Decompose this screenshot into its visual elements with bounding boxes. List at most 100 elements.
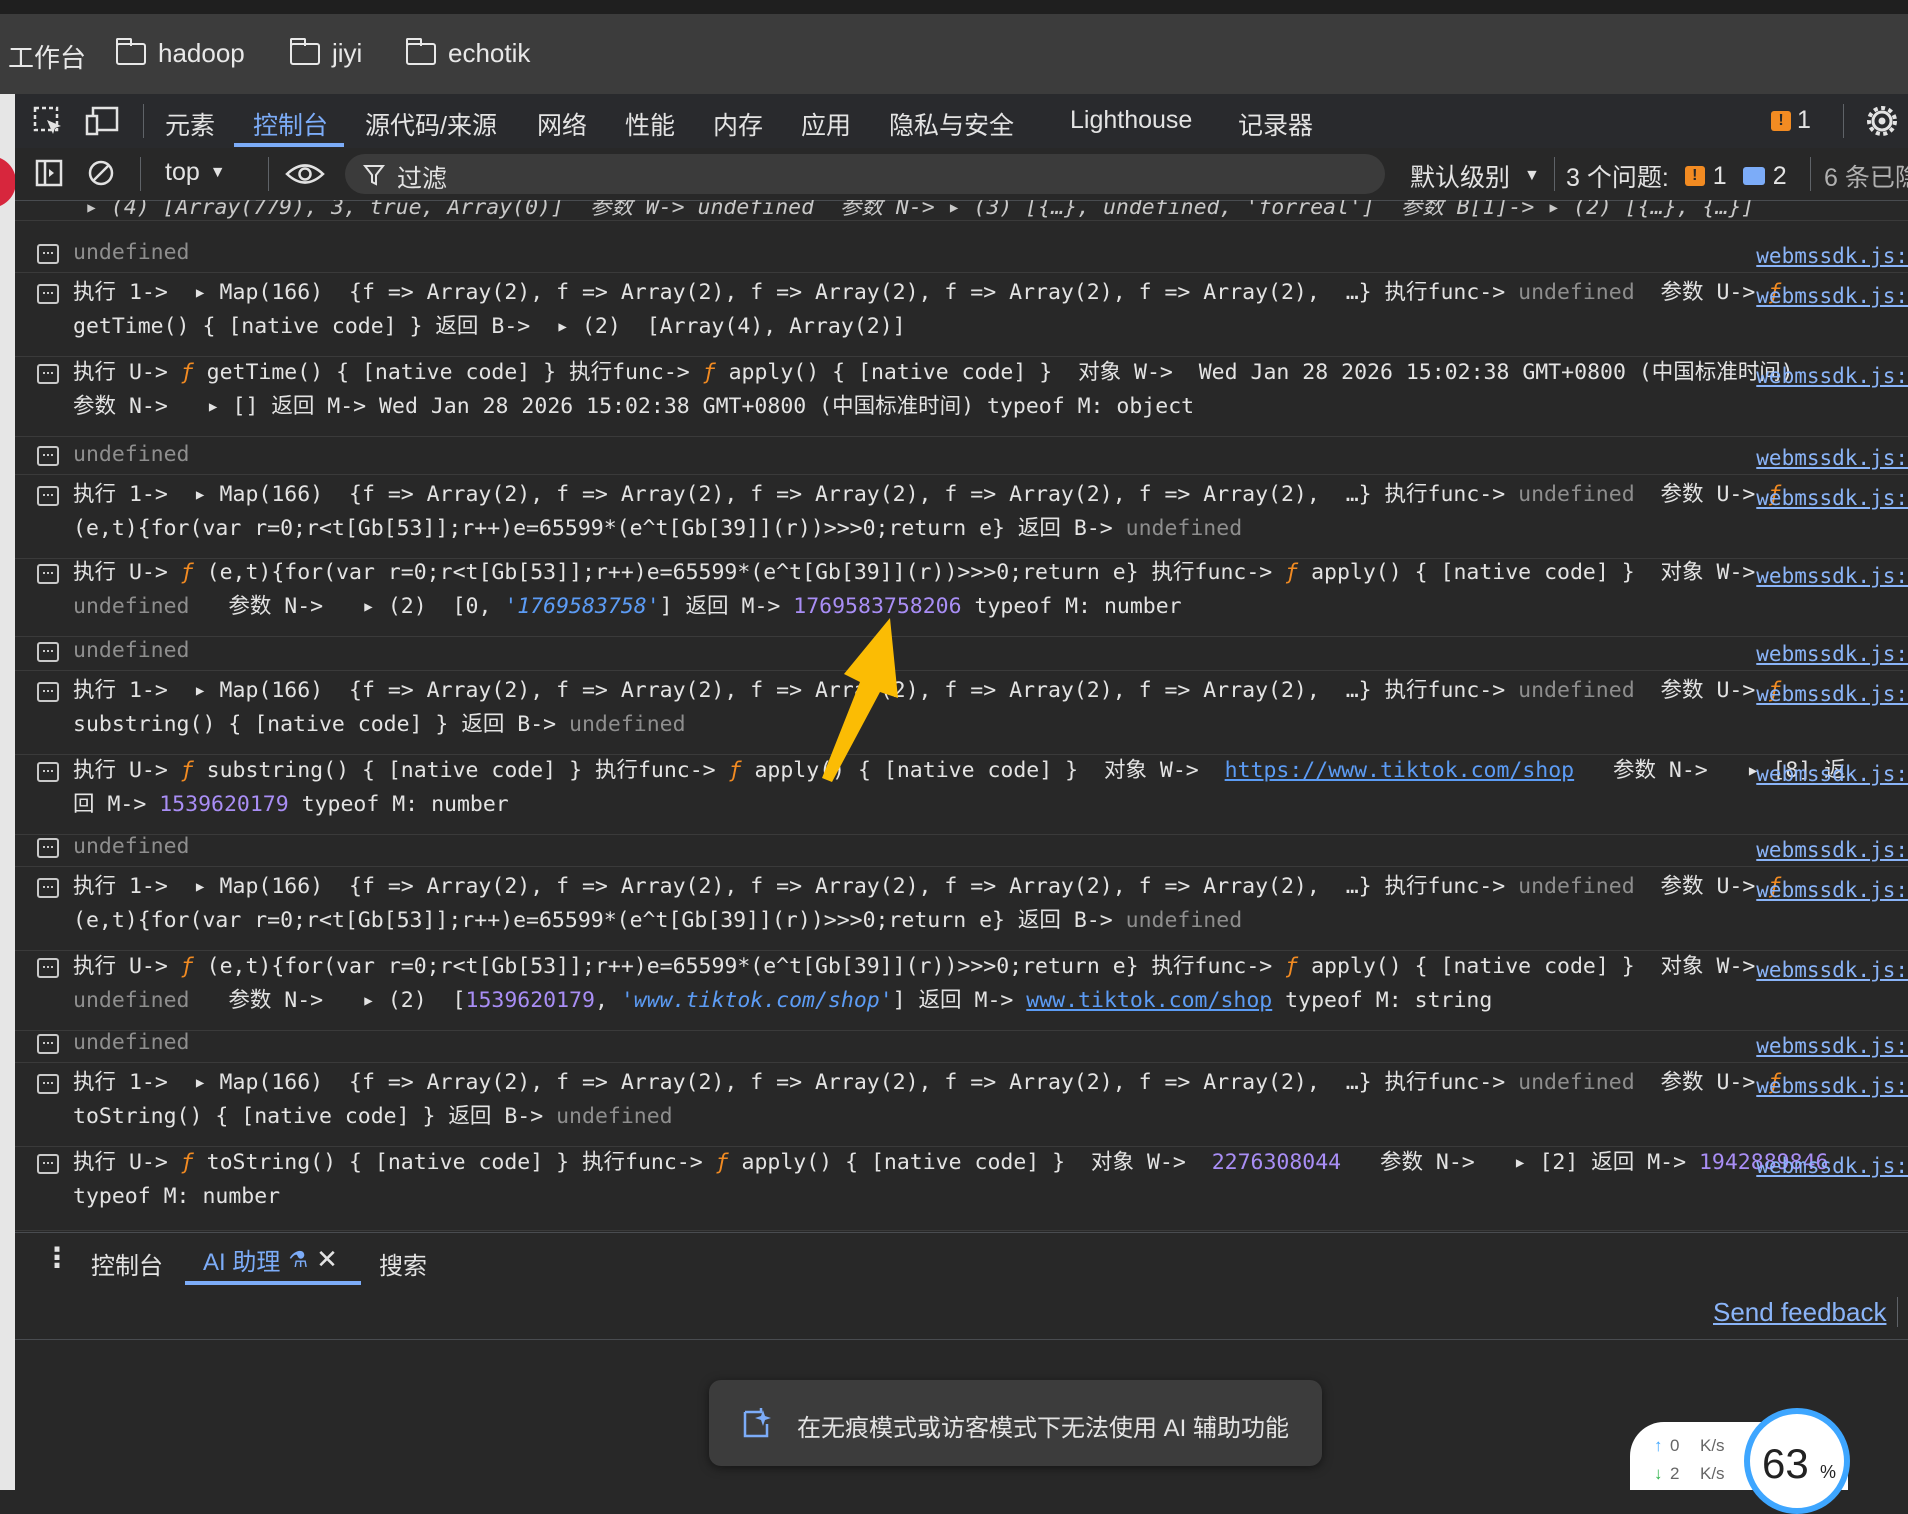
device-toolbar-icon[interactable] — [85, 106, 121, 136]
bookmarks-bar: 工作台 hadoop jiyi echotik — [0, 14, 1908, 94]
clear-console-icon[interactable] — [87, 159, 117, 189]
console-return-icon — [37, 958, 59, 978]
context-selector[interactable]: top ▼ — [165, 158, 226, 187]
drawer-tab-search[interactable]: 搜索 — [379, 1246, 427, 1281]
console-row: undefined webmssdk.js: — [15, 438, 1908, 475]
source-link[interactable]: webmssdk.js: — [1756, 760, 1908, 789]
source-link[interactable]: webmssdk.js: — [1756, 484, 1908, 513]
bookmark-workbench[interactable]: 工作台 — [8, 38, 86, 75]
console-return-icon — [37, 1074, 59, 1094]
tab-performance[interactable]: 性能 — [625, 106, 675, 142]
drawer-tab-label: AI 助理 — [203, 1249, 281, 1276]
filter-input[interactable]: 过滤 — [345, 154, 1385, 194]
tab-sources[interactable]: 源代码/来源 — [365, 106, 497, 142]
console-row-line1: undefined — [73, 638, 190, 663]
bookmark-echotik[interactable]: echotik — [406, 37, 530, 69]
issues-label: 3 个问题: — [1566, 164, 1669, 192]
console-return-icon — [37, 1034, 59, 1054]
upload-unit: K/s — [1700, 1436, 1725, 1455]
download-speed: 2 — [1670, 1464, 1680, 1483]
source-link[interactable]: webmssdk.js: — [1756, 242, 1908, 271]
console-return-icon — [37, 364, 59, 384]
console-row: 执行 1-> ▸ Map(166) {f => Array(2), f => A… — [15, 276, 1908, 357]
source-link[interactable]: webmssdk.js: — [1756, 640, 1908, 669]
ai-spark-icon — [743, 1408, 771, 1438]
tab-lighthouse[interactable]: Lighthouse — [1070, 106, 1192, 135]
url-link[interactable]: https://www.tiktok.com/shop — [1225, 758, 1575, 783]
memory-usage-ring[interactable]: 63 % — [1744, 1408, 1850, 1514]
bookmark-label: hadoop — [158, 38, 245, 68]
annotation-arrow — [822, 618, 898, 782]
source-link[interactable]: webmssdk.js: — [1756, 1072, 1908, 1101]
drawer-tab-ai-assistant[interactable]: AI 助理 ⚗ ✕ — [203, 1242, 338, 1277]
divider — [140, 157, 141, 191]
tab-application[interactable]: 应用 — [801, 106, 851, 142]
console-row: undefined webmssdk.js: — [15, 830, 1908, 867]
tab-elements[interactable]: 元素 — [165, 106, 215, 142]
console-row-line1: undefined — [73, 834, 190, 859]
console-return-icon — [37, 878, 59, 898]
sidebar-toggle-icon[interactable] — [35, 159, 65, 189]
source-link[interactable]: webmssdk.js: — [1756, 1152, 1908, 1181]
bookmark-jiyi[interactable]: jiyi — [290, 37, 362, 69]
console-row-line1: 执行 U-> ƒ toString() { [native code] } 执行… — [73, 1150, 1829, 1175]
folder-icon — [406, 37, 436, 65]
url-link[interactable]: www.tiktok.com/shop — [1026, 988, 1272, 1013]
tab-privacy-security[interactable]: 隐私与安全 — [889, 106, 1014, 142]
console-row-line2: toString() { [native code] } 返回 B-> unde… — [73, 1104, 673, 1129]
divider — [143, 104, 144, 138]
source-link[interactable]: webmssdk.js: — [1756, 362, 1908, 391]
console-row: undefined webmssdk.js: — [15, 236, 1908, 273]
tab-memory[interactable]: 内存 — [713, 106, 763, 142]
console-row: undefined webmssdk.js: — [15, 634, 1908, 671]
source-link[interactable]: webmssdk.js: — [1756, 836, 1908, 865]
memory-percent: 63 — [1762, 1440, 1809, 1487]
ai-unavailable-toast: 在无痕模式或访客模式下无法使用 AI 辅助功能 — [709, 1380, 1322, 1466]
console-row-line1: 执行 1-> ▸ Map(166) {f => Array(2), f => A… — [73, 678, 1782, 703]
console-row-line2: undefined 参数 N-> ▸ (2) [1539620179, 'www… — [73, 988, 1493, 1013]
source-link[interactable]: webmssdk.js: — [1756, 282, 1908, 311]
console-row-line2: typeof M: number — [73, 1184, 281, 1209]
gear-icon[interactable] — [1866, 105, 1898, 137]
send-feedback-link[interactable]: Send feedback — [1713, 1297, 1886, 1328]
filter-placeholder: 过滤 — [397, 165, 448, 193]
tab-console[interactable]: 控制台 — [253, 106, 328, 142]
toast-message: 在无痕模式或访客模式下无法使用 AI 辅助功能 — [797, 1415, 1290, 1442]
console-row: 执行 U-> ƒ getTime() { [native code] } 执行f… — [15, 356, 1908, 437]
info-message-icon — [1742, 167, 1765, 185]
source-link[interactable]: webmssdk.js: — [1756, 876, 1908, 905]
issues-badge[interactable]: ! 1 — [1771, 106, 1811, 135]
divider — [1810, 157, 1811, 191]
console-return-icon — [37, 486, 59, 506]
log-level-dropdown[interactable]: 默认级别 ▼ — [1410, 158, 1540, 194]
console-row-line2: getTime() { [native code] } 返回 B-> ▸ (2)… — [73, 314, 906, 339]
close-icon[interactable]: ✕ — [316, 1244, 338, 1275]
console-row-line1: 执行 U-> ƒ getTime() { [native code] } 执行f… — [73, 360, 1794, 385]
drawer-tabbar: ⋮ 控制台 AI 助理 ⚗ ✕ 搜索 — [15, 1232, 1908, 1286]
console-return-icon — [37, 284, 59, 304]
more-vertical-icon[interactable]: ⋮ — [43, 1241, 71, 1274]
source-link[interactable]: webmssdk.js: — [1756, 562, 1908, 591]
source-link[interactable]: webmssdk.js: — [1756, 444, 1908, 473]
console-return-icon — [37, 682, 59, 702]
console-return-icon — [37, 564, 59, 584]
source-link[interactable]: webmssdk.js: — [1756, 1032, 1908, 1061]
console-return-icon — [37, 244, 59, 264]
warning-icon: ! — [1771, 110, 1791, 131]
eye-icon[interactable] — [285, 159, 325, 189]
source-link[interactable]: webmssdk.js: — [1756, 680, 1908, 709]
bookmark-hadoop[interactable]: hadoop — [116, 37, 245, 69]
upload-speed: 0 — [1670, 1436, 1680, 1455]
console-row: 执行 U-> ƒ (e,t){for(var r=0;r<t[Gb[53]];r… — [15, 950, 1908, 1031]
issues-summary[interactable]: 3 个问题: ! 1 2 — [1566, 158, 1787, 194]
download-unit: K/s — [1700, 1464, 1725, 1483]
tab-recorder[interactable]: 记录器 — [1238, 106, 1313, 142]
source-link[interactable]: webmssdk.js: — [1756, 956, 1908, 985]
console-row-line2: substring() { [native code] } 返回 B-> und… — [73, 712, 686, 737]
inspect-element-icon[interactable] — [33, 106, 63, 136]
drawer-tab-console[interactable]: 控制台 — [91, 1246, 163, 1281]
dropdown-arrow-icon: ▼ — [1524, 167, 1540, 184]
tab-network[interactable]: 网络 — [537, 106, 587, 142]
bookmark-label: 工作台 — [8, 43, 87, 73]
console-return-icon — [37, 642, 59, 662]
